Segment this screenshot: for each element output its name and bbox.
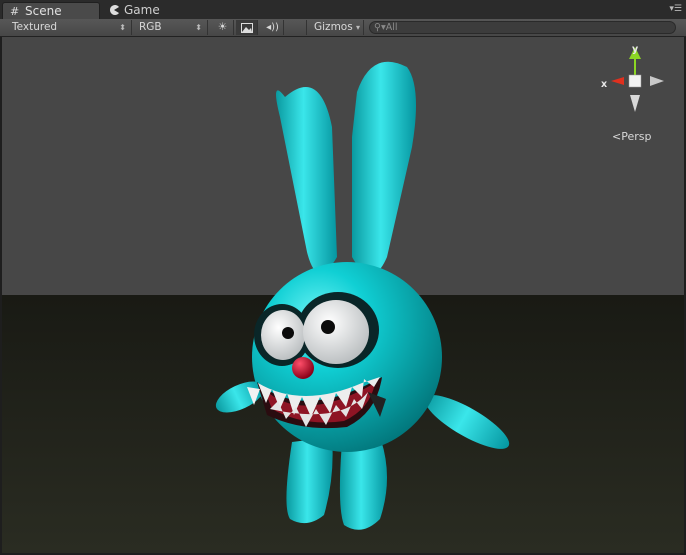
scene-viewport[interactable]: y x <Persp bbox=[2, 37, 684, 553]
scene-toolbar: Textured ⬍ RGB ⬍ ☀ ◂)) Gizmos ▾ ⚲▾All bbox=[0, 19, 686, 37]
scene-fx-toggle[interactable] bbox=[236, 20, 258, 35]
projection-label: Persp bbox=[621, 130, 652, 143]
search-input[interactable]: ⚲▾All bbox=[369, 21, 676, 34]
nose bbox=[292, 357, 314, 379]
updown-arrow-icon: ⬍ bbox=[119, 23, 126, 32]
perspective-icon: < bbox=[612, 130, 622, 143]
channel-mode-value: RGB bbox=[139, 21, 162, 33]
gizmo-y-label: y bbox=[632, 44, 639, 55]
scene-render bbox=[2, 37, 684, 553]
projection-toggle[interactable]: <Persp bbox=[612, 130, 651, 143]
search-placeholder: All bbox=[385, 22, 398, 33]
tab-scene[interactable]: # Scene bbox=[2, 2, 100, 19]
sun-icon: ☀ bbox=[217, 21, 228, 33]
tab-scene-label: Scene bbox=[25, 4, 62, 18]
gizmo-x-label: x bbox=[601, 79, 608, 90]
audio-toggle[interactable]: ◂)) bbox=[262, 20, 284, 35]
lighting-toggle[interactable]: ☀ bbox=[212, 20, 234, 35]
chevron-down-icon: ▾ bbox=[356, 23, 361, 32]
search-icon: ⚲▾ bbox=[374, 22, 386, 33]
grid-icon: # bbox=[10, 5, 20, 18]
render-mode-value: Textured bbox=[12, 21, 58, 33]
tab-bar: # Scene Game ▾☰ bbox=[0, 0, 686, 20]
sky bbox=[2, 37, 684, 295]
updown-arrow-icon: ⬍ bbox=[195, 23, 202, 32]
speaker-icon: ◂)) bbox=[266, 22, 279, 33]
gizmos-label: Gizmos bbox=[314, 21, 353, 33]
gizmos-dropdown[interactable]: Gizmos ▾ bbox=[306, 20, 364, 35]
channel-mode-dropdown[interactable]: RGB ⬍ bbox=[132, 20, 208, 35]
tab-game[interactable]: Game bbox=[102, 2, 182, 19]
image-icon bbox=[240, 23, 253, 33]
tab-game-label: Game bbox=[124, 3, 160, 17]
pacman-icon bbox=[109, 2, 119, 20]
panel-menu-icon[interactable]: ▾☰ bbox=[669, 4, 682, 14]
render-mode-dropdown[interactable]: Textured ⬍ bbox=[0, 20, 132, 35]
